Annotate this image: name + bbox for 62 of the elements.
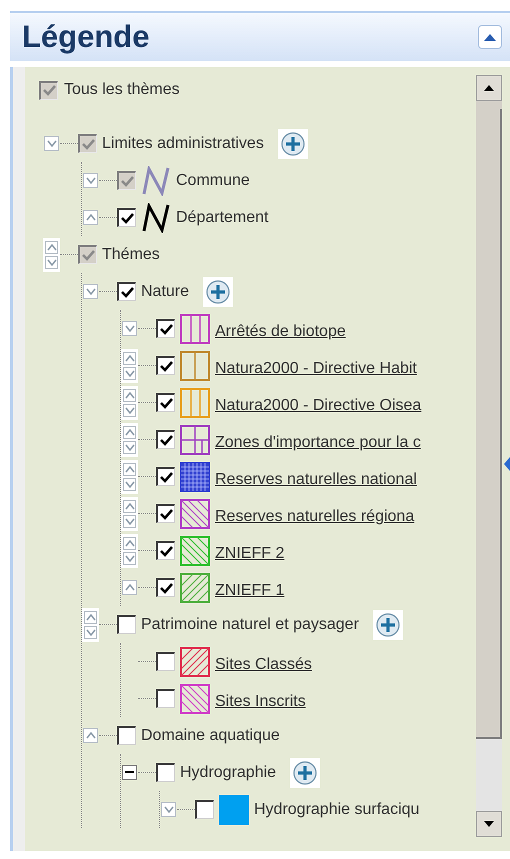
minus-icon <box>125 771 134 774</box>
expand-toggle[interactable] <box>161 802 176 817</box>
layer-label: Patrimoine naturel et paysager <box>141 614 359 634</box>
panel-title: Légende <box>22 18 150 56</box>
layer-label: Nature <box>141 282 190 302</box>
scroll-down-button[interactable] <box>476 811 502 837</box>
layer-label: Limites administratives <box>102 134 264 154</box>
move-toggle[interactable] <box>121 386 138 420</box>
collapse-toggle[interactable] <box>122 765 137 780</box>
chevron-down-icon <box>124 480 134 488</box>
move-toggle[interactable] <box>121 348 138 382</box>
scrollbar-thumb[interactable] <box>476 109 502 739</box>
triangle-down-icon <box>484 821 494 827</box>
chevron-down-icon <box>46 258 56 266</box>
chevron-down-icon <box>124 554 134 562</box>
chevron-up-icon <box>124 466 134 472</box>
expand-toggle[interactable] <box>83 173 98 188</box>
collapse-toggle[interactable] <box>83 210 98 225</box>
move-toggle[interactable] <box>121 534 138 568</box>
expand-toggle[interactable] <box>122 321 137 336</box>
chevron-down-icon <box>124 370 134 376</box>
scroll-up-button[interactable] <box>476 75 502 101</box>
chevron-down-icon <box>124 518 134 524</box>
move-toggle[interactable] <box>121 460 138 494</box>
layer-label: Tous les thèmes <box>64 80 180 100</box>
chevron-up-icon <box>124 540 134 546</box>
chevron-down-icon <box>46 140 56 147</box>
chevron-up-icon <box>86 214 96 221</box>
chevron-down-icon <box>86 628 96 636</box>
chevron-up-icon <box>124 428 134 436</box>
triangle-up-icon <box>484 34 496 40</box>
layer-label: Commune <box>176 170 250 190</box>
collapse-toggle[interactable] <box>83 728 98 743</box>
triangle-up-icon <box>484 85 494 91</box>
move-toggle[interactable] <box>43 238 60 272</box>
chevron-up-icon <box>46 244 56 250</box>
chevron-down-icon <box>124 325 134 332</box>
chevron-down-icon <box>124 406 134 414</box>
move-toggle[interactable] <box>121 422 138 456</box>
layer-label: Département <box>176 208 268 228</box>
layer-label: Thémes <box>102 244 160 264</box>
chevron-down-icon <box>164 806 174 813</box>
scrollbar[interactable] <box>476 75 502 837</box>
chevron-up-icon <box>124 354 134 362</box>
chevron-down-icon <box>86 177 96 184</box>
chevron-down-icon <box>124 444 134 450</box>
layer-label: Hydrographie surfaciqu <box>254 800 420 820</box>
move-toggle[interactable] <box>121 496 138 530</box>
layer-label: Domaine aquatique <box>141 726 280 746</box>
expand-toggle[interactable] <box>44 136 59 151</box>
splitter-arrow-icon <box>504 457 510 471</box>
expand-toggle[interactable] <box>83 284 98 299</box>
chevron-up-icon <box>124 584 134 591</box>
chevron-up-icon <box>124 502 134 510</box>
chevron-up-icon <box>124 392 134 398</box>
chevron-down-icon <box>86 288 96 295</box>
layer-label: Hydrographie <box>180 762 276 782</box>
chevron-up-icon <box>86 614 96 620</box>
move-toggle[interactable] <box>82 608 99 642</box>
collapse-toggle[interactable] <box>122 580 137 595</box>
collapse-button[interactable] <box>478 25 502 49</box>
chevron-up-icon <box>86 732 96 739</box>
